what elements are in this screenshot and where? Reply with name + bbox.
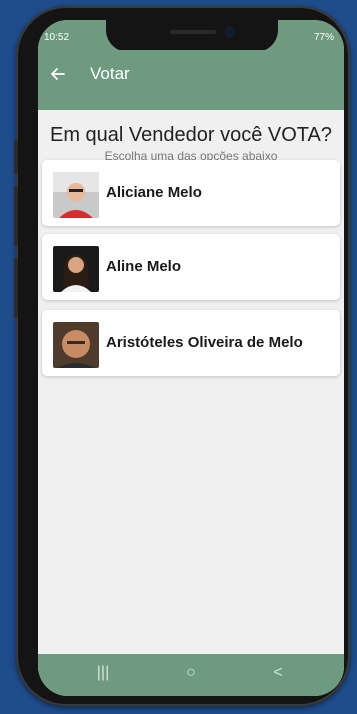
vendor-name: Aristóteles Oliveira de Melo: [106, 334, 303, 351]
phone-side-button: [14, 186, 18, 246]
vendor-card[interactable]: Aristóteles Oliveira de Melo: [42, 310, 340, 376]
vendor-card[interactable]: Aliciane Melo: [42, 160, 340, 226]
arrow-left-icon[interactable]: [48, 64, 68, 84]
home-button[interactable]: ○: [171, 664, 211, 682]
front-camera: [226, 28, 234, 36]
nav-back-button[interactable]: <: [258, 664, 298, 682]
system-nav-bar: ||| ○ <: [38, 654, 344, 696]
status-time: 10:52: [44, 32, 70, 43]
speaker: [170, 30, 216, 34]
camera-notch: [106, 20, 278, 52]
recent-apps-button[interactable]: |||: [83, 664, 123, 682]
avatar: [53, 322, 99, 368]
battery-level: 77%: [313, 32, 334, 43]
vendor-name: Aline Melo: [106, 258, 182, 275]
phone-side-button: [14, 140, 18, 174]
avatar: [53, 246, 99, 292]
vendor-card[interactable]: Aline Melo: [42, 234, 340, 300]
phone-side-button: [14, 258, 18, 318]
app-bar-title: Votar: [90, 64, 130, 83]
avatar: [53, 172, 99, 218]
phone-screen: 10:52 77% Votar Em qual Vendedor você VO…: [38, 20, 344, 696]
app-bar: Votar: [38, 50, 344, 110]
vendor-name: Aliciane Melo: [106, 184, 202, 201]
page-title: Em qual Vendedor você VOTA?: [49, 124, 332, 146]
